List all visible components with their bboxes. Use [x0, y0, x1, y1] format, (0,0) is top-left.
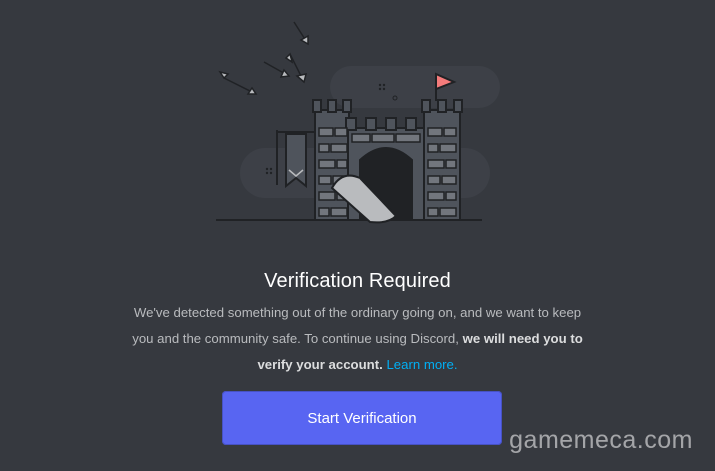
learn-more-link[interactable]: Learn more. [386, 357, 457, 372]
banner-icon [285, 133, 307, 189]
watermark-logo: gamemeca.com [509, 426, 693, 454]
cloud-shape [330, 66, 500, 108]
castle-illustration [216, 21, 500, 224]
dialog-message: We've detected something out of the ordi… [130, 300, 585, 378]
arrows-icon [218, 21, 309, 95]
verification-page: Verification Required We've detected som… [0, 0, 715, 471]
dialog-title: Verification Required [264, 270, 451, 292]
start-verification-button[interactable]: Start Verification [222, 391, 502, 445]
